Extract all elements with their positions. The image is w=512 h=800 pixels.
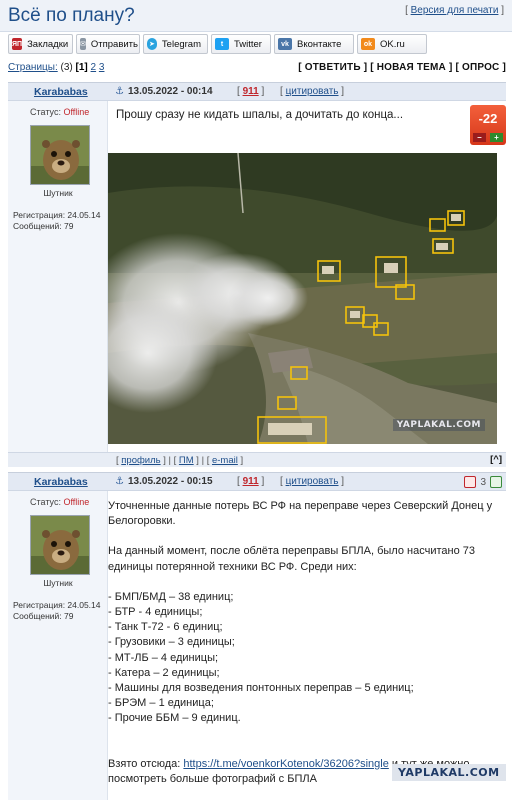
post-image[interactable]: YAPLAKAL.COM [108,153,497,444]
user-info: Регистрация: 24.05.14 Сообщений: 79 [13,600,101,622]
print-version-link[interactable]: Версия для печати [411,5,499,16]
post-number-link[interactable]: 911 [243,476,259,487]
quote-button[interactable]: цитировать [286,476,339,487]
message-count: Сообщений: 79 [13,611,74,621]
user-sidebar: Статус: Offline Шутник Регистрация: 24.0… [8,101,108,453]
pages-count: (3) [60,62,73,73]
post-date: 13.05.2022 - 00:15 [128,476,213,487]
topic-actions[interactable]: [ ОТВЕТИТЬ ] [ НОВАЯ ТЕМА ] [ ОПРОС ] [298,62,506,73]
rating-value: 3 [480,476,486,488]
anchor-icon[interactable]: ⚓ [115,86,124,97]
watermark: YAPLAKAL.COM [392,764,506,781]
ok-icon: ok [361,38,375,50]
quote-link: [ цитировать ] [280,476,345,487]
topic-title: Всё по плану? [8,5,135,26]
post-number: [ 911 ] [237,476,265,487]
losses-list-item: - Грузовики – 3 единицы; [108,636,235,649]
email-link[interactable]: e-mail [212,455,238,466]
losses-list-item: - БРЭМ – 1 единица; [108,697,214,710]
losses-list-item: - БТР - 4 единицы; [108,606,203,619]
pagination: Страницы: (3) [1] 2 3 [8,62,104,73]
user-sidebar: Статус: Offline Шутник Регистрация: 24.0… [8,491,108,800]
post-author[interactable]: Karababas [34,86,88,98]
anchor-icon[interactable]: ⚓ [115,476,124,487]
status-value: Offline [63,107,90,117]
post-header: Karababas ⚓ 13.05.2022 - 00:14 [ 911 ] [… [8,83,506,101]
send-button[interactable]: ✉ Отправить [76,34,140,54]
share-label: OK.ru [380,38,405,50]
post-summary: На данный момент, после облёта переправы… [108,545,475,573]
share-label: Вконтакте [297,38,342,50]
rating-value: -22 [478,111,498,126]
losses-list: - БМП/БМД – 38 единиц; - БТР - 4 единицы;… [108,590,498,727]
post-date: 13.05.2022 - 00:14 [128,86,213,97]
telegram-button[interactable]: ➤ Telegram [143,34,208,54]
message-count: Сообщений: 79 [13,221,74,231]
shield-icon[interactable] [464,476,477,488]
watermark: YAPLAKAL.COM [392,419,485,431]
share-toolbar: ЯП Закладки ✉ Отправить ➤ Telegram t Twitter… [8,34,427,54]
post-number: [ 911 ] [237,86,265,97]
page-3-link[interactable]: 3 [99,62,105,73]
mail-icon: ✉ [80,38,86,50]
losses-list-item: - Машины для возведения понтонных перепр… [108,682,414,695]
bag-icon[interactable] [490,476,502,488]
post-header: Karababas ⚓ 13.05.2022 - 00:15 [ 911 ] [… [8,473,506,491]
twitter-icon: t [215,38,229,50]
topic-header: Всё по плану? [ Версия для печати ] [0,0,512,32]
quote-button[interactable]: цитировать [286,86,339,97]
profile-link[interactable]: профиль [121,455,160,466]
vote-down-button[interactable]: – [473,133,486,142]
share-label: Закладки [27,38,69,50]
post-number-link[interactable]: 911 [243,86,259,97]
vk-button[interactable]: vk Вконтакте [274,34,354,54]
ok-button[interactable]: ok OK.ru [357,34,427,54]
quote-link: [ цитировать ] [280,86,345,97]
source-link[interactable]: https://t.me/voenkorKotenok/36206?single [183,758,388,770]
post-footer: [ профиль ] | [ ПМ ] | [ e-mail ] [^] [8,452,506,467]
post-footer-links: [ профиль ] | [ ПМ ] | [ e-mail ] [116,455,244,466]
user-rank: Шутник [43,578,73,588]
post-text: Прошу сразу не кидать шпалы, а дочитать … [116,109,404,121]
scroll-top-button[interactable]: [^] [490,454,502,465]
pm-link[interactable]: ПМ [179,455,194,466]
yp-icon: ЯП [12,38,23,50]
rating-box: -22 – + [470,105,506,145]
twitter-button[interactable]: t Twitter [211,34,271,54]
losses-list-item: - МТ-ЛБ – 4 единицы; [108,651,219,664]
post-rating: 3 [464,476,502,488]
status-value: Offline [63,497,90,507]
share-label: Отправить [90,38,138,50]
vk-icon: vk [278,38,292,50]
pagination-bar: Страницы: (3) [1] 2 3 [ ОТВЕТИТЬ ] [ НОВ… [8,62,506,76]
pages-label[interactable]: Страницы: [8,62,58,73]
user-rank: Шутник [43,188,73,198]
share-label: Telegram [161,38,201,50]
post-intro: Уточненные данные потерь ВС РФ на перепр… [108,500,493,528]
user-status: Статус: Offline [30,107,89,117]
user-status: Статус: Offline [30,497,89,507]
avatar[interactable] [30,125,90,185]
status-label: Статус: [30,497,64,507]
losses-list-item: - Танк Т-72 - 6 единиц; [108,621,223,634]
telegram-icon: ➤ [147,38,157,50]
print-version: [ Версия для печати ] [405,5,504,16]
registration-date: Регистрация: 24.05.14 [13,210,101,220]
vote-up-button[interactable]: + [490,133,503,142]
losses-list-item: - Прочие ББМ – 9 единиц. [108,712,241,725]
page-2-link[interactable]: 2 [91,62,97,73]
status-label: Статус: [30,107,64,117]
page-current: [1] [75,62,88,73]
post-author[interactable]: Karababas [34,476,88,488]
registration-date: Регистрация: 24.05.14 [13,600,101,610]
share-label: Twitter [234,38,262,50]
user-info: Регистрация: 24.05.14 Сообщений: 79 [13,210,101,232]
losses-list-item: - Катера – 2 единицы; [108,666,220,679]
avatar[interactable] [30,515,90,575]
losses-list-item: - БМП/БМД – 38 единиц; [108,590,234,603]
bookmark-button[interactable]: ЯП Закладки [8,34,73,54]
post-body: Уточненные данные потерь ВС РФ на перепр… [108,499,498,787]
source-prefix: Взято отсюда: [108,757,184,770]
